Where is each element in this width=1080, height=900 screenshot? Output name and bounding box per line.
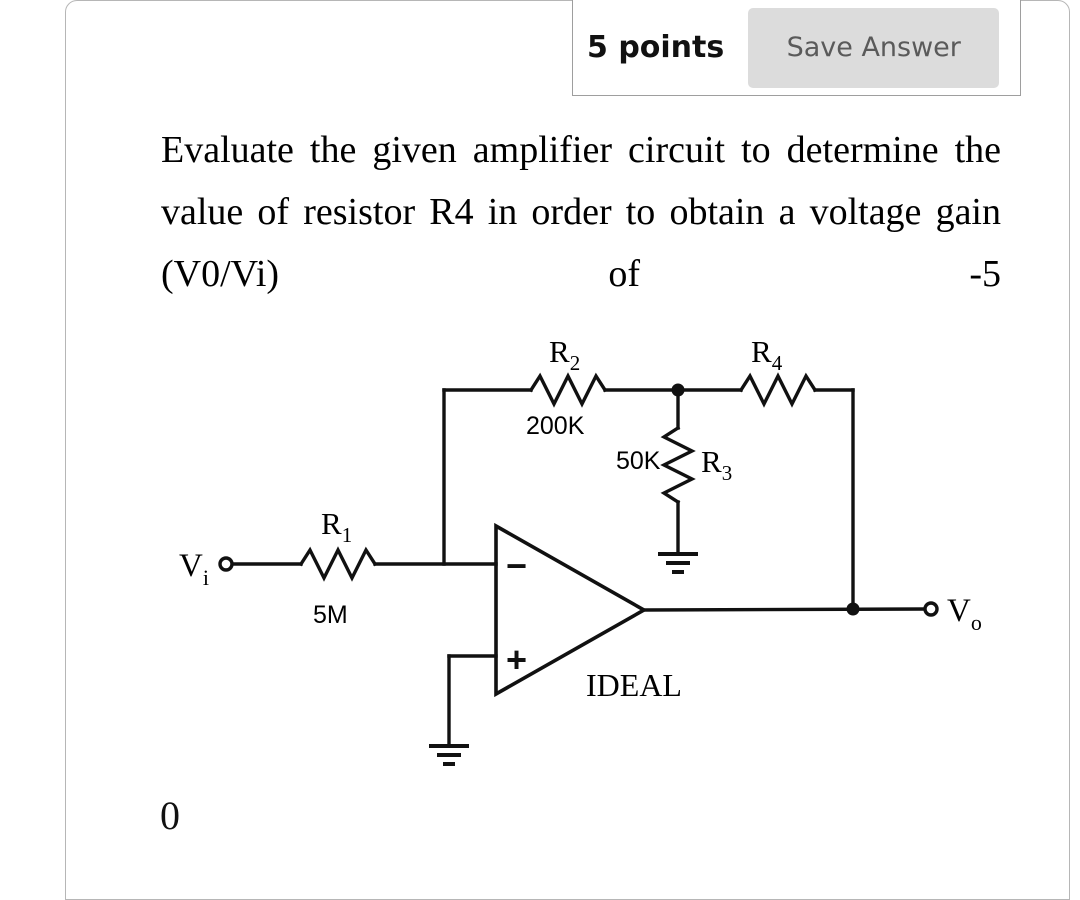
resistor-r2-body bbox=[528, 372, 608, 408]
label-r2: R2 bbox=[549, 334, 580, 375]
circuit-diagram: R1 R2 R3 R4 5M 200K 50K Vi Vo − + IDEAL bbox=[161, 326, 1041, 776]
opamp-caption: IDEAL bbox=[586, 667, 682, 703]
resistor-r1-body bbox=[298, 546, 378, 582]
resistor-r3-body bbox=[660, 425, 696, 505]
label-r3: R3 bbox=[701, 444, 732, 485]
question-header-bar: 5 points Save Answer bbox=[572, 0, 1021, 96]
label-vo: Vo bbox=[947, 593, 982, 635]
value-r2: 200K bbox=[526, 412, 585, 440]
node-dot-r2-r3-r4 bbox=[671, 383, 685, 397]
opamp-noninverting-sign: + bbox=[506, 639, 527, 680]
question-card: Evaluate the given amplifier circuit to … bbox=[65, 0, 1070, 900]
save-answer-button[interactable]: Save Answer bbox=[748, 7, 1000, 88]
answer-value: 0 bbox=[160, 793, 180, 838]
wire-opamp-output bbox=[642, 607, 928, 612]
terminal-vo bbox=[923, 601, 939, 617]
value-r1: 5M bbox=[313, 601, 348, 629]
label-r4: R4 bbox=[751, 334, 783, 375]
node-dot-output bbox=[846, 602, 860, 616]
label-vi: Vi bbox=[179, 548, 209, 590]
question-prompt: Evaluate the given amplifier circuit to … bbox=[161, 129, 1001, 295]
label-r1: R1 bbox=[321, 506, 352, 547]
terminal-vi bbox=[218, 556, 234, 572]
value-r3: 50K bbox=[616, 447, 661, 475]
resistor-r4-body bbox=[738, 372, 818, 408]
points-label: 5 points bbox=[587, 30, 725, 65]
opamp-inverting-sign: − bbox=[506, 545, 527, 586]
ground-symbol-noninverting bbox=[429, 744, 469, 766]
ground-symbol-r3 bbox=[658, 552, 698, 574]
page-root: Evaluate the given amplifier circuit to … bbox=[0, 0, 1080, 900]
